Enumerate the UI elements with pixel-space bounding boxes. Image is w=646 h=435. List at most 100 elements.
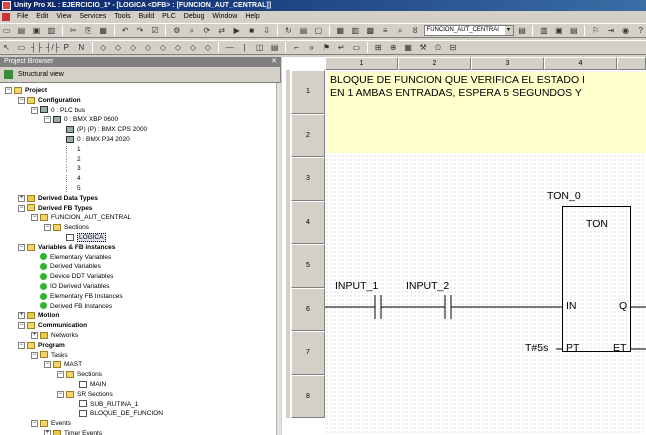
menu-view[interactable]: View	[52, 11, 75, 23]
tree-item-sr-sections[interactable]: SR Sections	[66, 390, 113, 399]
tree-item-variables-fb-instances[interactable]: Variables & FB instances	[27, 243, 115, 252]
tree-item-networks[interactable]: Networks	[40, 331, 78, 340]
tree-item-derived-fb-instances[interactable]: Derived FB Instances	[40, 302, 112, 311]
tools-icon[interactable]: ⚒	[418, 42, 429, 53]
tree-item-timer-events[interactable]: Timer Events	[53, 429, 102, 435]
debug-icon[interactable]: ⚐	[590, 25, 601, 36]
expand-icon[interactable]: +	[44, 430, 51, 435]
cascade-icon[interactable]: ▣	[553, 25, 564, 36]
tree-item-2[interactable]: 2	[66, 155, 81, 164]
column-header-3[interactable]: 3	[471, 57, 544, 70]
tree-item-elementary-fb-instances[interactable]: Elementary FB Instances	[40, 292, 123, 301]
tree-item-main[interactable]: MAIN	[79, 380, 106, 389]
counter-icon[interactable]: ⊟	[448, 42, 459, 53]
analyze-icon[interactable]: ⌕	[186, 25, 197, 36]
undo-icon[interactable]: ↶	[120, 25, 131, 36]
menu-debug[interactable]: Debug	[180, 11, 209, 23]
contact-p-icon[interactable]: P	[61, 42, 72, 53]
fb-instance-name[interactable]: TON_0	[547, 190, 581, 202]
browse-icon[interactable]: ▤	[517, 25, 528, 36]
tree-item-sections[interactable]: Sections	[66, 370, 102, 379]
zoom-icon[interactable]: ⊕	[388, 42, 399, 53]
menu-plc[interactable]: PLC	[158, 11, 180, 23]
table-icon[interactable]: ▦	[335, 25, 346, 36]
expand-icon[interactable]: +	[31, 332, 38, 339]
collapse-icon[interactable]: −	[31, 214, 38, 222]
tree-item-sub-rutina-1[interactable]: SUB_RUTINA_1	[79, 400, 138, 409]
tree-item-tasks[interactable]: Tasks	[40, 351, 68, 360]
jump-icon[interactable]: »	[306, 42, 317, 53]
tree-item-3[interactable]: 3	[66, 164, 81, 173]
browser-scrollbar[interactable]	[276, 83, 281, 435]
column-header-overflow[interactable]	[617, 57, 646, 70]
tree-item-mast[interactable]: MAST	[53, 360, 82, 369]
collapse-icon[interactable]: −	[5, 87, 12, 94]
tree-item-0-bmx-xbp-0600[interactable]: 0 : BMX XBP 0600	[53, 115, 118, 124]
coil-p-icon[interactable]: ◇	[157, 42, 168, 53]
pt-value[interactable]: T#5s	[525, 342, 548, 354]
tree-item-communication[interactable]: Communication	[27, 321, 87, 330]
row-header-4[interactable]: 4	[291, 200, 325, 244]
collapse-icon[interactable]: −	[31, 106, 38, 114]
tree-item-4[interactable]: 4	[66, 174, 81, 183]
collapse-icon[interactable]: −	[57, 390, 64, 398]
coil-icon[interactable]: ◇	[98, 42, 109, 53]
tile-icon[interactable]: ▥	[538, 25, 549, 36]
row-header-7[interactable]: 7	[291, 331, 325, 375]
tree-item-funcion-aut-central[interactable]: FUNCION_AUT_CENTRAL	[40, 213, 131, 222]
menu-window[interactable]: Window	[208, 11, 241, 23]
collapse-icon[interactable]: −	[31, 420, 38, 428]
cut-icon[interactable]: ✂	[68, 25, 79, 36]
collapse-icon[interactable]: −	[57, 371, 64, 379]
redo-icon[interactable]: ↷	[135, 25, 146, 36]
contact-n-icon[interactable]: N	[76, 42, 87, 53]
halt-coil-icon[interactable]: ◇	[187, 42, 198, 53]
contact-2-label[interactable]: INPUT_2	[406, 280, 449, 292]
contact-icon[interactable]: ┤├	[31, 42, 42, 53]
menu-edit[interactable]: Edit	[32, 11, 52, 23]
row-header-2[interactable]: 2	[291, 113, 325, 157]
open-icon[interactable]: ▤	[16, 25, 27, 36]
row-header-6[interactable]: 6	[291, 287, 325, 331]
close-icon[interactable]: ✕	[271, 57, 277, 67]
tree-item-derived-variables[interactable]: Derived Variables	[40, 262, 101, 271]
tree-item-program[interactable]: Program	[27, 341, 65, 350]
column-header-4[interactable]: 4	[544, 57, 617, 70]
tree-item-io-derived-variables[interactable]: IO Derived Variables	[40, 282, 110, 291]
tree-item-p-p-bmx-cps-2000[interactable]: (P) (P) : BMX CPS 2000	[66, 125, 147, 134]
row-header-8[interactable]: 8	[291, 374, 325, 418]
watch-icon[interactable]: ◉	[620, 25, 631, 36]
collapse-icon[interactable]: −	[31, 351, 38, 359]
timer-icon[interactable]: ⏲	[433, 42, 444, 53]
tree-item-derived-data-types[interactable]: Derived Data Types	[27, 194, 98, 203]
tree-item-0-plc-bus[interactable]: 0 : PLC bus	[40, 106, 85, 115]
coil-n-icon[interactable]: ◇	[172, 42, 183, 53]
expand-icon[interactable]: +	[18, 194, 25, 202]
column-header-1[interactable]: 1	[325, 57, 398, 70]
structural-view-icon[interactable]	[4, 69, 13, 79]
document-icon[interactable]	[2, 13, 10, 21]
return-icon[interactable]: ↵	[336, 42, 347, 53]
download-icon[interactable]: ⇩	[261, 25, 272, 36]
tree-item-elementary-variables[interactable]: Elementary Variables	[40, 253, 111, 262]
find-icon[interactable]: ⌕	[395, 25, 406, 36]
row-header-3[interactable]: 3	[291, 157, 325, 201]
copy-icon[interactable]: ⎘	[83, 25, 94, 36]
grid-icon[interactable]: ▩	[365, 25, 376, 36]
tree-item-events[interactable]: Events	[40, 419, 71, 428]
build-icon[interactable]: ⚙	[171, 25, 182, 36]
help-icon[interactable]: ?	[635, 25, 646, 36]
collapse-icon[interactable]: −	[44, 116, 51, 124]
network-icon[interactable]: ⊞	[373, 42, 384, 53]
link-icon[interactable]: ⌐	[291, 42, 302, 53]
tree-item-derived-fb-types[interactable]: Derived FB Types	[27, 204, 92, 213]
contact-nc-icon[interactable]: ┤/├	[46, 42, 60, 53]
refresh-icon[interactable]: ↻	[283, 25, 294, 36]
operate-icon[interactable]: ▤	[269, 42, 280, 53]
menu-file[interactable]: File	[13, 11, 32, 23]
tree-item-1[interactable]: 1	[66, 145, 81, 154]
structural-view-label[interactable]: Structural view	[18, 71, 64, 78]
call-coil-icon[interactable]: ◇	[202, 42, 213, 53]
menu-help[interactable]: Help	[241, 11, 263, 23]
collapse-icon[interactable]: −	[44, 361, 51, 369]
